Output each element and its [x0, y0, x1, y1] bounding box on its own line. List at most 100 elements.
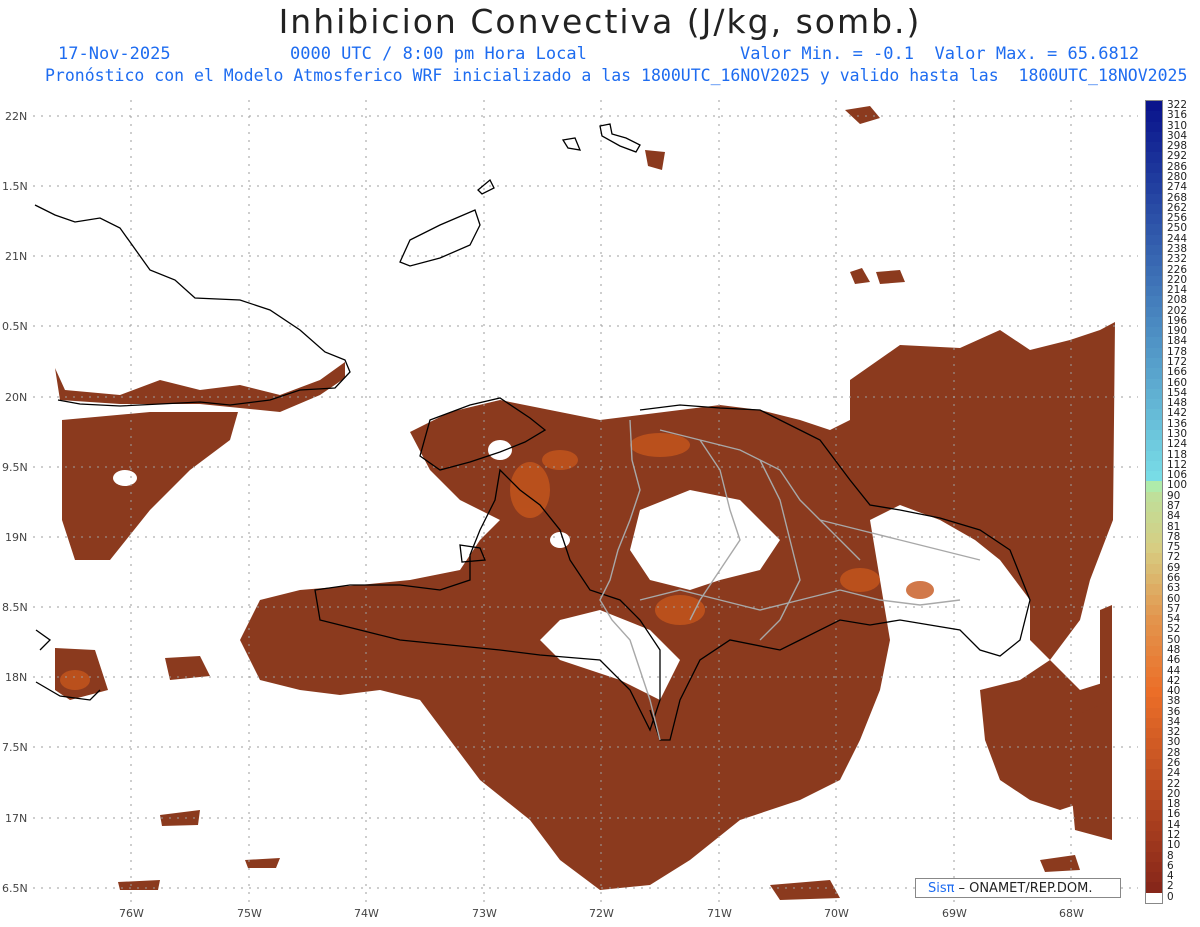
lon-label: 74W: [354, 907, 379, 920]
colorbar-segment: [1146, 892, 1162, 904]
colorbar-segment: [1146, 841, 1162, 853]
colorbar-segment: [1146, 563, 1162, 575]
colorbar-segment: [1146, 635, 1162, 647]
colorbar-segment: [1146, 111, 1162, 123]
colorbar-segment: [1146, 687, 1162, 698]
colorbar-tick-label: 63: [1167, 582, 1181, 595]
colorbar-segment: [1146, 203, 1162, 215]
lat-label: 0.5N: [2, 320, 28, 333]
colorbar-tick-label: 184: [1167, 335, 1188, 348]
map-canvas: [33, 100, 1138, 902]
colorbar-tick-label: 250: [1167, 222, 1188, 235]
colorbar-segment: [1146, 707, 1162, 719]
colorbar-segment: [1146, 491, 1162, 503]
colorbar-segment: [1146, 244, 1162, 256]
lon-label: 70W: [824, 907, 849, 920]
lon-label: 73W: [472, 907, 497, 920]
colorbar-tick-label: 52: [1167, 623, 1181, 636]
colorbar-segment: [1146, 255, 1162, 266]
colorbar-segment: [1146, 358, 1162, 369]
colorbar-segment: [1146, 831, 1162, 842]
lon-label: 72W: [589, 907, 614, 920]
colorbar-segment: [1146, 183, 1162, 195]
colorbar-segment: [1146, 286, 1162, 297]
colorbar-segment: [1146, 265, 1162, 277]
colorbar-segment: [1146, 172, 1162, 184]
colorbar-segment: [1146, 872, 1162, 883]
colorbar-tick-label: 46: [1167, 654, 1181, 667]
lat-label: 21N: [5, 250, 28, 263]
colorbar-tick-label: 226: [1167, 263, 1188, 276]
colorbar-segment: [1146, 296, 1162, 308]
colorbar-tick-label: 316: [1167, 109, 1188, 122]
colorbar-segment: [1146, 347, 1162, 359]
colorbar-segment: [1146, 522, 1162, 534]
colorbar-segment: [1146, 532, 1162, 544]
colorbar-segment: [1146, 543, 1162, 554]
colorbar-tick-label: 10: [1167, 839, 1181, 852]
colorbar-tick-label: 208: [1167, 294, 1188, 307]
colorbar-segment: [1146, 717, 1162, 729]
colorbar-segment: [1146, 615, 1162, 626]
colorbar-tick-label: 232: [1167, 253, 1188, 266]
colorbar-segment: [1146, 460, 1162, 472]
lat-label: 8.5N: [2, 601, 28, 614]
credit-text: – ONAMET/REP.DOM.: [958, 880, 1093, 896]
colorbar-segment: [1146, 471, 1162, 482]
colorbar-segment: [1146, 728, 1162, 739]
colorbar-segment: [1146, 594, 1162, 606]
colorbar-segment: [1146, 430, 1162, 441]
lat-label: 17N: [5, 812, 28, 825]
colorbar-tick-label: 84: [1167, 510, 1181, 523]
colorbar-segment: [1146, 604, 1162, 616]
colorbar-segment: [1146, 378, 1162, 390]
colorbar-segment: [1146, 306, 1162, 318]
colorbar-tick-label: 30: [1167, 736, 1181, 749]
colorbar-segment: [1146, 162, 1162, 174]
colorbar-tick-label: 100: [1167, 479, 1188, 492]
lon-label: 68W: [1059, 907, 1084, 920]
sispi-logo-text: Sisπ: [928, 880, 955, 896]
colorbar-segment: [1146, 450, 1162, 462]
colorbar-segment: [1146, 810, 1162, 822]
lon-label: 75W: [237, 907, 262, 920]
colorbar-segment: [1146, 769, 1162, 781]
colorbar-segment: [1146, 388, 1162, 400]
lat-label: 22N: [5, 110, 28, 123]
colorbar-tick-label: 0: [1167, 890, 1174, 903]
colorbar-segment: [1146, 481, 1162, 493]
colorbar-segment: [1146, 573, 1162, 585]
colorbar-tick-label: 16: [1167, 808, 1181, 821]
colorbar-segment: [1146, 676, 1162, 688]
colorbar-segment: [1146, 779, 1162, 791]
credit-box: Sisπ – ONAMET/REP.DOM.: [915, 878, 1121, 898]
colorbar-segment: [1146, 861, 1162, 873]
colorbar-segment: [1146, 409, 1162, 421]
lat-label: 7.5N: [2, 741, 28, 754]
lat-label: 6.5N: [2, 882, 28, 895]
colorbar-tick-label: 72: [1167, 551, 1181, 564]
colorbar-segment: [1146, 275, 1162, 287]
colorbar: [1145, 100, 1163, 904]
colorbar-segment: [1146, 645, 1162, 657]
lat-label: 1.5N: [2, 180, 28, 193]
colorbar-segment: [1146, 337, 1162, 349]
lat-label: 9.5N: [2, 461, 28, 474]
colorbar-segment: [1146, 224, 1162, 236]
colorbar-tick-label: 142: [1167, 407, 1188, 420]
colorbar-segment: [1146, 553, 1162, 565]
colorbar-segment: [1146, 666, 1162, 678]
colorbar-segment: [1146, 121, 1162, 133]
colorbar-segment: [1146, 759, 1162, 770]
colorbar-segment: [1146, 234, 1162, 246]
colorbar-tick-label: 124: [1167, 438, 1188, 451]
colorbar-segment: [1146, 419, 1162, 431]
colorbar-segment: [1146, 142, 1162, 153]
colorbar-segment: [1146, 748, 1162, 760]
colorbar-segment: [1146, 656, 1162, 667]
colorbar-segment: [1146, 193, 1162, 205]
lon-label: 76W: [119, 907, 144, 920]
lon-label: 71W: [707, 907, 732, 920]
colorbar-segment: [1146, 316, 1162, 328]
colorbar-segment: [1146, 399, 1162, 410]
